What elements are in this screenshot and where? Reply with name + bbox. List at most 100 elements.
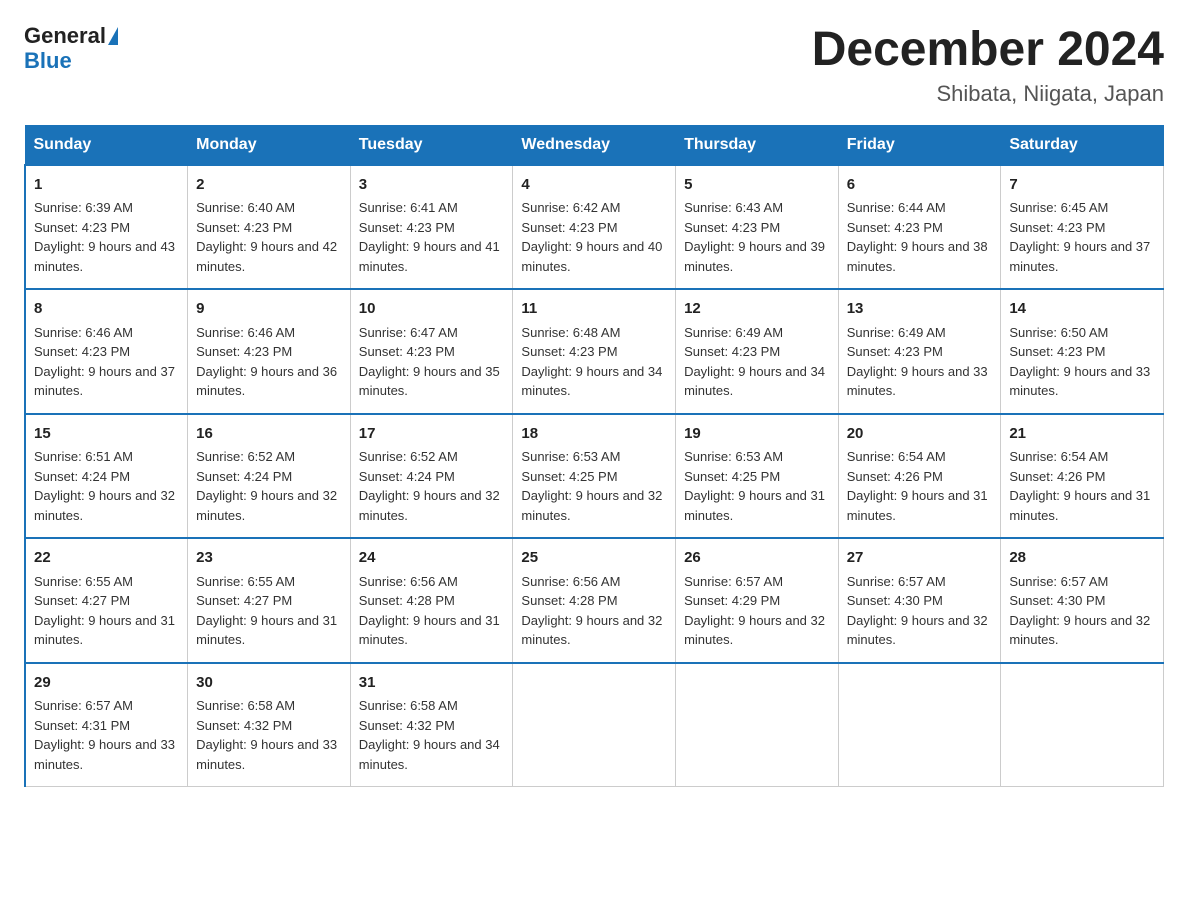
day-daylight: Daylight: 9 hours and 36 minutes. [196, 364, 337, 399]
table-cell: 2Sunrise: 6:40 AMSunset: 4:23 PMDaylight… [188, 165, 351, 290]
day-number: 16 [196, 423, 342, 446]
day-sunset: Sunset: 4:23 PM [684, 220, 780, 235]
day-number: 19 [684, 423, 830, 446]
table-cell [1001, 663, 1164, 787]
day-daylight: Daylight: 9 hours and 32 minutes. [684, 613, 825, 648]
day-sunset: Sunset: 4:26 PM [1009, 469, 1105, 484]
day-number: 27 [847, 547, 993, 570]
day-daylight: Daylight: 9 hours and 34 minutes. [684, 364, 825, 399]
day-number: 13 [847, 298, 993, 321]
week-row-3: 15Sunrise: 6:51 AMSunset: 4:24 PMDayligh… [25, 414, 1164, 539]
day-daylight: Daylight: 9 hours and 32 minutes. [196, 488, 337, 523]
day-sunset: Sunset: 4:29 PM [684, 593, 780, 608]
day-sunrise: Sunrise: 6:42 AM [521, 200, 620, 215]
day-sunrise: Sunrise: 6:45 AM [1009, 200, 1108, 215]
day-sunset: Sunset: 4:27 PM [196, 593, 292, 608]
calendar-subtitle: Shibata, Niigata, Japan [812, 81, 1164, 107]
day-number: 15 [34, 423, 179, 446]
day-sunset: Sunset: 4:26 PM [847, 469, 943, 484]
day-number: 7 [1009, 174, 1155, 197]
day-sunrise: Sunrise: 6:49 AM [847, 325, 946, 340]
day-sunset: Sunset: 4:25 PM [684, 469, 780, 484]
table-cell: 11Sunrise: 6:48 AMSunset: 4:23 PMDayligh… [513, 289, 676, 414]
day-sunset: Sunset: 4:23 PM [359, 344, 455, 359]
day-sunset: Sunset: 4:30 PM [1009, 593, 1105, 608]
day-number: 31 [359, 672, 505, 695]
table-cell: 22Sunrise: 6:55 AMSunset: 4:27 PMDayligh… [25, 538, 188, 663]
logo: General Blue [24, 24, 120, 74]
day-sunset: Sunset: 4:23 PM [684, 344, 780, 359]
day-number: 21 [1009, 423, 1155, 446]
table-cell: 28Sunrise: 6:57 AMSunset: 4:30 PMDayligh… [1001, 538, 1164, 663]
day-sunrise: Sunrise: 6:41 AM [359, 200, 458, 215]
week-row-4: 22Sunrise: 6:55 AMSunset: 4:27 PMDayligh… [25, 538, 1164, 663]
table-cell: 29Sunrise: 6:57 AMSunset: 4:31 PMDayligh… [25, 663, 188, 787]
table-cell: 12Sunrise: 6:49 AMSunset: 4:23 PMDayligh… [676, 289, 839, 414]
table-cell: 8Sunrise: 6:46 AMSunset: 4:23 PMDaylight… [25, 289, 188, 414]
table-cell: 14Sunrise: 6:50 AMSunset: 4:23 PMDayligh… [1001, 289, 1164, 414]
day-sunrise: Sunrise: 6:51 AM [34, 449, 133, 464]
day-sunset: Sunset: 4:28 PM [359, 593, 455, 608]
day-daylight: Daylight: 9 hours and 32 minutes. [34, 488, 175, 523]
day-sunrise: Sunrise: 6:55 AM [196, 574, 295, 589]
day-sunset: Sunset: 4:31 PM [34, 718, 130, 733]
day-number: 2 [196, 174, 342, 197]
day-sunrise: Sunrise: 6:49 AM [684, 325, 783, 340]
day-sunset: Sunset: 4:23 PM [196, 344, 292, 359]
day-number: 23 [196, 547, 342, 570]
day-daylight: Daylight: 9 hours and 34 minutes. [359, 737, 500, 772]
day-daylight: Daylight: 9 hours and 31 minutes. [847, 488, 988, 523]
day-sunrise: Sunrise: 6:43 AM [684, 200, 783, 215]
day-number: 1 [34, 174, 179, 197]
day-daylight: Daylight: 9 hours and 31 minutes. [196, 613, 337, 648]
day-sunrise: Sunrise: 6:57 AM [34, 698, 133, 713]
week-row-2: 8Sunrise: 6:46 AMSunset: 4:23 PMDaylight… [25, 289, 1164, 414]
week-row-5: 29Sunrise: 6:57 AMSunset: 4:31 PMDayligh… [25, 663, 1164, 787]
day-number: 3 [359, 174, 505, 197]
header-monday: Monday [188, 125, 351, 165]
day-number: 28 [1009, 547, 1155, 570]
logo-general-text: General [24, 24, 106, 48]
day-sunrise: Sunrise: 6:46 AM [196, 325, 295, 340]
day-sunset: Sunset: 4:23 PM [847, 220, 943, 235]
table-cell: 4 Sunrise: 6:42 AM Sunset: 4:23 PM Daylight… [513, 165, 676, 290]
day-sunrise: Sunrise: 6:40 AM [196, 200, 295, 215]
day-sunset: Sunset: 4:23 PM [34, 220, 130, 235]
day-sunrise: Sunrise: 6:52 AM [196, 449, 295, 464]
day-daylight: Daylight: 9 hours and 38 minutes. [847, 239, 988, 274]
day-daylight: Daylight: 9 hours and 40 minutes. [521, 239, 662, 274]
day-sunrise: Sunrise: 6:58 AM [359, 698, 458, 713]
day-sunrise: Sunrise: 6:56 AM [521, 574, 620, 589]
table-cell: 1Sunrise: 6:39 AMSunset: 4:23 PMDaylight… [25, 165, 188, 290]
day-sunset: Sunset: 4:23 PM [1009, 344, 1105, 359]
table-cell: 23 Sunrise: 6:55 AM Sunset: 4:27 PM Dayligh… [188, 538, 351, 663]
day-sunrise: Sunrise: 6:57 AM [684, 574, 783, 589]
day-sunset: Sunset: 4:30 PM [847, 593, 943, 608]
table-cell: 6Sunrise: 6:44 AMSunset: 4:23 PMDaylight… [838, 165, 1001, 290]
table-cell: 17Sunrise: 6:52 AMSunset: 4:24 PMDayligh… [350, 414, 513, 539]
day-number: 6 [847, 174, 993, 197]
day-sunrise: Sunrise: 6:52 AM [359, 449, 458, 464]
day-daylight: Daylight: 9 hours and 32 minutes. [359, 488, 500, 523]
day-daylight: Daylight: 9 hours and 34 minutes. [521, 364, 662, 399]
day-number: 4 [521, 174, 667, 197]
day-number: 25 [521, 547, 667, 570]
table-cell: 21Sunrise: 6:54 AMSunset: 4:26 PMDayligh… [1001, 414, 1164, 539]
day-number: 17 [359, 423, 505, 446]
day-sunset: Sunset: 4:23 PM [521, 220, 617, 235]
day-daylight: Daylight: 9 hours and 32 minutes. [521, 488, 662, 523]
table-cell: 13Sunrise: 6:49 AMSunset: 4:23 PMDayligh… [838, 289, 1001, 414]
day-daylight: Daylight: 9 hours and 39 minutes. [684, 239, 825, 274]
table-cell: 10Sunrise: 6:47 AMSunset: 4:23 PMDayligh… [350, 289, 513, 414]
table-cell: 31Sunrise: 6:58 AMSunset: 4:32 PMDayligh… [350, 663, 513, 787]
day-number: 11 [521, 298, 667, 321]
table-cell: 15Sunrise: 6:51 AMSunset: 4:24 PMDayligh… [25, 414, 188, 539]
calendar-header-row: SundayMondayTuesdayWednesdayThursdayFrid… [25, 125, 1164, 165]
day-daylight: Daylight: 9 hours and 42 minutes. [196, 239, 337, 274]
day-sunset: Sunset: 4:32 PM [196, 718, 292, 733]
header-tuesday: Tuesday [350, 125, 513, 165]
header-sunday: Sunday [25, 125, 188, 165]
day-daylight: Daylight: 9 hours and 31 minutes. [359, 613, 500, 648]
day-sunset: Sunset: 4:23 PM [847, 344, 943, 359]
day-daylight: Daylight: 9 hours and 43 minutes. [34, 239, 175, 274]
